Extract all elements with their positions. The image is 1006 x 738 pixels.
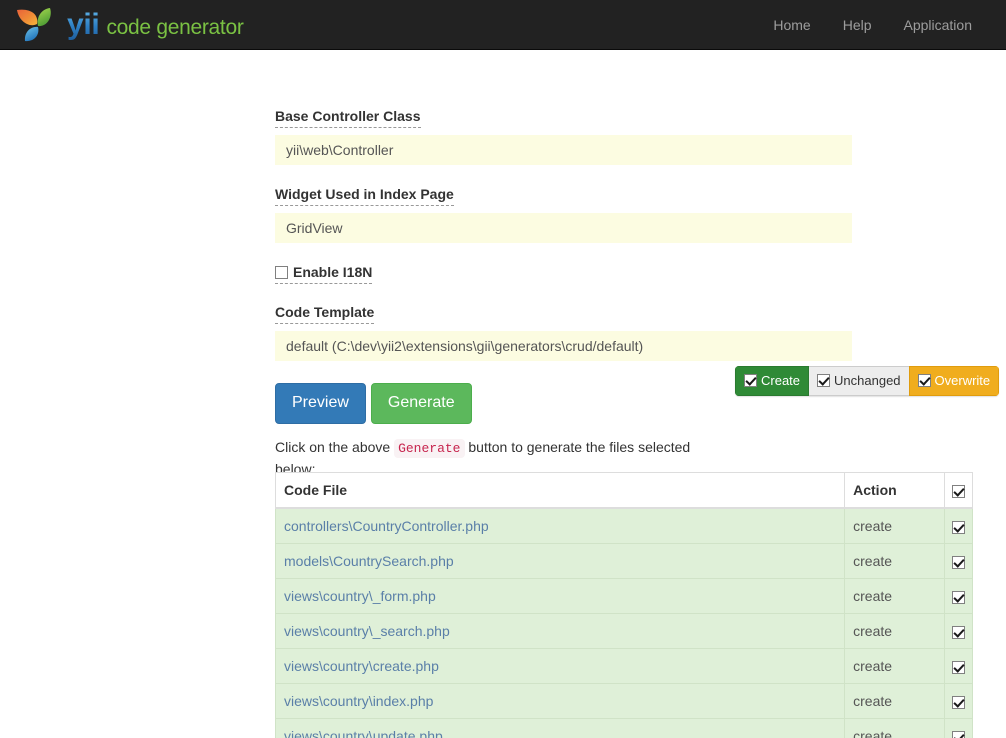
code-file-table: Code File Action controllers\CountryCont… [275,472,973,738]
cell-select[interactable] [945,649,973,684]
code-file-link[interactable]: views\country\create.php [284,658,439,674]
nav-link-help[interactable]: Help [827,0,888,50]
cell-code-file: controllers\CountryController.php [276,508,845,544]
cell-code-file: views\country\create.php [276,649,845,684]
label-base-controller-class: Base Controller Class [275,108,421,128]
checkbox-enable-i18n-text: Enable I18N [293,264,372,281]
table-row: views\country\create.php create [276,649,973,684]
table-row: views\country\index.php create [276,684,973,719]
select-all-checkbox[interactable] [952,485,965,498]
label-code-template: Code Template [275,304,374,324]
cell-action: create [845,508,945,544]
code-file-link[interactable]: models\CountrySearch.php [284,553,454,569]
field-widget-index-page: Widget Used in Index Page [275,186,852,243]
row-select-checkbox[interactable] [952,591,965,604]
cell-select[interactable] [945,508,973,544]
hint-text-before: Click on the above [275,439,394,455]
row-select-checkbox[interactable] [952,556,965,569]
code-file-link[interactable]: views\country\_search.php [284,623,450,639]
filter-unchanged-checkbox[interactable] [817,374,830,387]
cell-select[interactable] [945,579,973,614]
table-row: views\country\_form.php create [276,579,973,614]
header-code-file: Code File [276,473,845,509]
yii-butterfly-logo-icon [14,5,58,45]
preview-button[interactable]: Preview [275,383,366,424]
input-widget-index-page[interactable] [275,213,852,243]
label-enable-i18n[interactable]: Enable I18N [275,264,372,284]
navbar-links: Home Help Application [757,0,988,50]
code-file-link[interactable]: views\country\update.php [284,728,443,738]
status-filter-group: Create Unchanged Overwrite [735,366,999,396]
code-file-link[interactable]: controllers\CountryController.php [284,518,489,534]
brand-subtitle: code generator [106,17,243,38]
table-body: controllers\CountryController.phpcreatem… [276,508,973,738]
filter-overwrite[interactable]: Overwrite [909,366,1000,396]
code-file-link[interactable]: views\country\_form.php [284,588,436,604]
cell-select[interactable] [945,719,973,738]
filter-unchanged-label: Unchanged [834,374,901,387]
table-row: views\country\_search.php create [276,614,973,649]
brand-name: yii [67,10,99,40]
row-select-checkbox[interactable] [952,696,965,709]
cell-code-file: views\country\update.php [276,719,845,738]
filter-create-label: Create [761,374,800,387]
filter-create[interactable]: Create [735,366,809,396]
row-select-checkbox[interactable] [952,521,965,534]
nav-link-application[interactable]: Application [888,0,989,50]
label-widget-index-page: Widget Used in Index Page [275,186,454,206]
table-row: controllers\CountryController.php create [276,508,973,544]
code-file-link[interactable]: views\country\index.php [284,693,433,709]
input-base-controller-class[interactable] [275,135,852,165]
table-row: models\CountrySearch.php create [276,544,973,579]
cell-action: create [845,544,945,579]
field-code-template: Code Template [275,304,852,361]
table-row: views\country\update.php create [276,719,973,738]
cell-action: create [845,684,945,719]
brand-logo-link[interactable]: yii code generator [14,5,244,45]
field-base-controller-class: Base Controller Class [275,108,852,165]
cell-code-file: views\country\_form.php [276,579,845,614]
header-action: Action [845,473,945,509]
filter-create-checkbox[interactable] [744,374,757,387]
generate-button[interactable]: Generate [371,383,472,424]
cell-select[interactable] [945,544,973,579]
table-header-row: Code File Action [276,473,973,509]
input-code-template[interactable] [275,331,852,361]
generator-form: Base Controller Class Widget Used in Ind… [275,108,852,480]
field-enable-i18n: Enable I18N [275,264,852,284]
cell-code-file: models\CountrySearch.php [276,544,845,579]
cell-code-file: views\country\index.php [276,684,845,719]
top-navbar: yii code generator Home Help Application [0,0,1006,50]
cell-action: create [845,579,945,614]
row-select-checkbox[interactable] [952,731,965,738]
row-select-checkbox[interactable] [952,626,965,639]
table-head: Code File Action [276,473,973,509]
cell-action: create [845,614,945,649]
filter-overwrite-label: Overwrite [935,374,991,387]
filter-unchanged[interactable]: Unchanged [809,366,909,396]
cell-select[interactable] [945,684,973,719]
filter-overwrite-checkbox[interactable] [918,374,931,387]
checkbox-enable-i18n[interactable] [275,266,288,279]
cell-code-file: views\country\_search.php [276,614,845,649]
cell-select[interactable] [945,614,973,649]
row-select-checkbox[interactable] [952,661,965,674]
cell-action: create [845,649,945,684]
hint-code-generate: Generate [394,439,464,458]
nav-link-home[interactable]: Home [757,0,826,50]
cell-action: create [845,719,945,738]
header-select-all[interactable] [945,473,973,509]
